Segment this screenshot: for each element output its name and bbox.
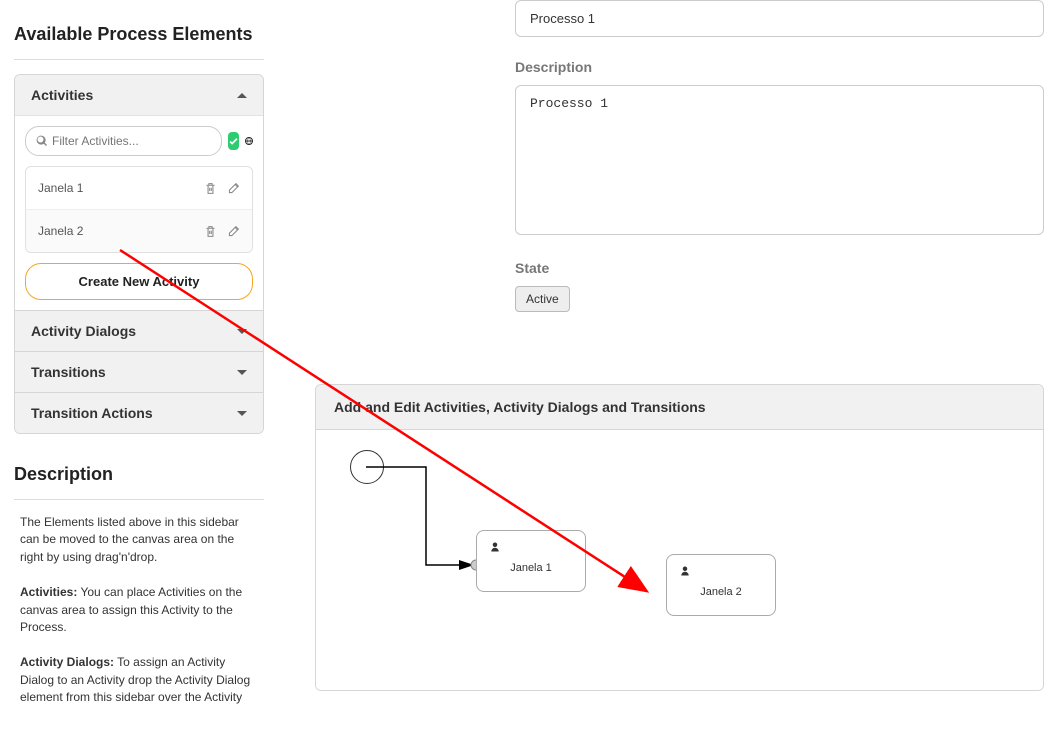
divider bbox=[14, 59, 264, 60]
form-row-name bbox=[515, 0, 1044, 37]
chevron-up-icon bbox=[237, 93, 247, 98]
description-heading: Description bbox=[14, 464, 264, 485]
node-label: Janela 1 bbox=[510, 562, 552, 574]
acc-label: Activity Dialogs bbox=[31, 323, 136, 339]
form-row-description: Description bbox=[515, 59, 1044, 238]
connector bbox=[366, 465, 486, 575]
process-name-input[interactable] bbox=[515, 0, 1044, 37]
chevron-down-icon bbox=[237, 411, 247, 416]
acc-header-activities[interactable]: Activities bbox=[15, 75, 263, 115]
canvas-node-janela-1[interactable]: Janela 1 bbox=[476, 530, 586, 592]
person-icon bbox=[679, 565, 691, 577]
activity-item-label: Janela 2 bbox=[38, 224, 83, 238]
trash-icon[interactable] bbox=[204, 182, 217, 195]
create-activity-button[interactable]: Create New Activity bbox=[25, 263, 253, 300]
accordion: Activities Janela 1 bbox=[14, 74, 264, 434]
chevron-down-icon bbox=[237, 329, 247, 334]
activity-item[interactable]: Janela 2 bbox=[26, 209, 252, 252]
acc-header-activity-dialogs[interactable]: Activity Dialogs bbox=[15, 310, 263, 351]
sidebar-title: Available Process Elements bbox=[14, 24, 264, 45]
acc-body-activities: Janela 1 Janela 2 Create New Activity bbox=[15, 115, 263, 310]
canvas[interactable]: Janela 1 Janela 2 bbox=[316, 430, 1043, 690]
form-area: Description State Active bbox=[515, 0, 1044, 364]
activity-item-label: Janela 1 bbox=[38, 181, 83, 195]
main: Description State Active Add and Edit Ac… bbox=[315, 0, 1044, 691]
process-description-textarea[interactable] bbox=[515, 85, 1044, 235]
state-select[interactable]: Active bbox=[515, 286, 570, 312]
filter-row bbox=[25, 126, 253, 156]
edit-icon[interactable] bbox=[227, 182, 240, 195]
form-row-state: State Active bbox=[515, 260, 1044, 312]
sidebar: Available Process Elements Activities Ja… bbox=[14, 0, 264, 725]
acc-header-transitions[interactable]: Transitions bbox=[15, 351, 263, 392]
item-icons bbox=[204, 182, 240, 195]
acc-label: Activities bbox=[31, 87, 93, 103]
person-icon bbox=[489, 541, 501, 553]
divider bbox=[14, 499, 264, 500]
description-p2: Activities: You can place Activities on … bbox=[20, 584, 258, 636]
canvas-node-janela-2[interactable]: Janela 2 bbox=[666, 554, 776, 616]
field-label-state: State bbox=[515, 260, 1044, 276]
description-section: Description The Elements listed above in… bbox=[14, 464, 264, 707]
node-label: Janela 2 bbox=[700, 586, 742, 598]
acc-label: Transitions bbox=[31, 364, 106, 380]
description-p3: Activity Dialogs: To assign an Activity … bbox=[20, 654, 258, 706]
filter-input-wrap[interactable] bbox=[25, 126, 222, 156]
canvas-panel-header: Add and Edit Activities, Activity Dialog… bbox=[316, 385, 1043, 430]
edit-icon[interactable] bbox=[227, 225, 240, 238]
description-p1: The Elements listed above in this sideba… bbox=[20, 514, 258, 566]
acc-label: Transition Actions bbox=[31, 405, 153, 421]
canvas-panel: Add and Edit Activities, Activity Dialog… bbox=[315, 384, 1044, 691]
check-badge-icon[interactable] bbox=[228, 132, 239, 150]
activity-list: Janela 1 Janela 2 bbox=[25, 166, 253, 253]
field-label-description: Description bbox=[515, 59, 1044, 75]
chevron-down-icon bbox=[237, 370, 247, 375]
item-icons bbox=[204, 225, 240, 238]
globe-icon[interactable] bbox=[245, 134, 253, 148]
activity-item[interactable]: Janela 1 bbox=[26, 167, 252, 209]
trash-icon[interactable] bbox=[204, 225, 217, 238]
search-icon bbox=[36, 135, 48, 147]
filter-activities-input[interactable] bbox=[48, 131, 211, 151]
acc-header-transition-actions[interactable]: Transition Actions bbox=[15, 392, 263, 433]
